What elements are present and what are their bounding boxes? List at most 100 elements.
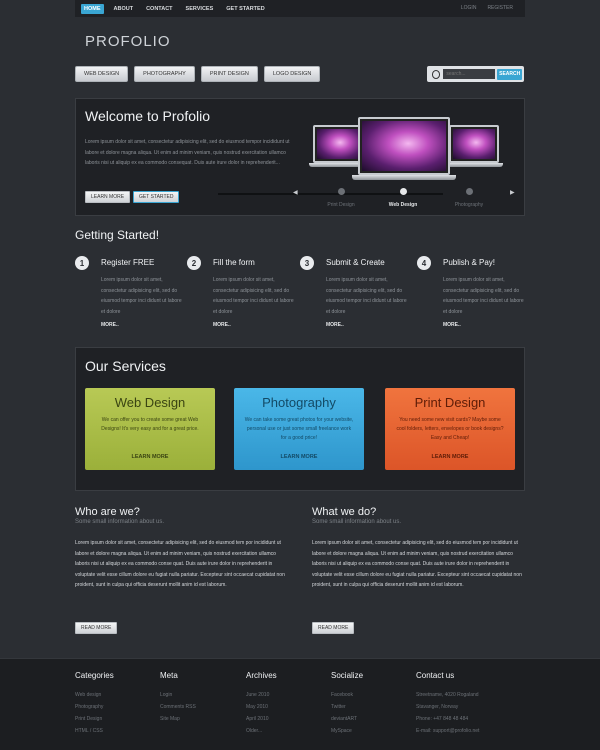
footer-socialize: Socialize Facebook Twitter deviantART My…	[331, 671, 363, 737]
footer-heading: Contact us	[416, 671, 455, 680]
footer-link[interactable]: June 2010	[246, 689, 277, 701]
footer-link[interactable]: Login	[160, 689, 196, 701]
nav-about[interactable]: ABOUT	[111, 4, 137, 14]
footer-heading: Socialize	[331, 671, 364, 680]
login-link[interactable]: LOGIN	[461, 5, 477, 11]
slider-dot[interactable]	[466, 188, 473, 195]
footer-contact-line: Streetname, 4020 Rogaland	[416, 692, 479, 698]
footer-categories: Categories Web design Photography Print …	[75, 671, 114, 737]
top-nav: HOME ABOUT CONTACT SERVICES GET STARTED	[81, 3, 268, 14]
footer-link[interactable]: May 2010	[246, 701, 277, 713]
service-learn-more-link[interactable]: LEARN MORE	[85, 454, 215, 460]
step-more-link[interactable]: MORE..	[443, 322, 461, 328]
service-card-title: Photography	[262, 395, 336, 410]
footer-link[interactable]: April 2010	[246, 713, 277, 725]
slider-image	[294, 115, 519, 185]
slider-dot-active[interactable]	[400, 188, 407, 195]
web-design-button[interactable]: WEB DESIGN	[75, 66, 129, 82]
footer: Categories Web design Photography Print …	[0, 658, 600, 750]
slide-label-print[interactable]: Print Design	[311, 202, 371, 208]
nav-contact[interactable]: CONTACT	[143, 4, 175, 14]
service-card-print-design[interactable]: Print Design You need some new visit car…	[385, 388, 515, 470]
step-title: Publish & Pay!	[443, 258, 496, 267]
service-card-web-design[interactable]: Web Design We can offer you to create so…	[85, 388, 215, 470]
get-started-button[interactable]: GET STARTED	[133, 191, 180, 203]
category-buttons: WEB DESIGN PHOTOGRAPHY PRINT DESIGN LOGO…	[75, 66, 321, 82]
laptop-left-image	[313, 125, 363, 163]
footer-link[interactable]: Older...	[246, 725, 277, 737]
slider-next-icon[interactable]: ▶	[510, 189, 515, 196]
footer-link[interactable]: deviantART	[331, 713, 363, 725]
what-subtitle: Some small information about us.	[312, 519, 402, 525]
step-title: Fill the form	[213, 258, 255, 267]
footer-link[interactable]: HTML / CSS	[75, 725, 114, 737]
register-link[interactable]: REGISTER	[487, 5, 513, 11]
footer-meta: Meta Login Comments RSS Site Map	[160, 671, 196, 725]
step-more-link[interactable]: MORE..	[326, 322, 344, 328]
footer-link[interactable]: Photography	[75, 701, 114, 713]
nav-services[interactable]: SERVICES	[183, 4, 217, 14]
what-we-do-section: What we do? Some small information about…	[312, 506, 524, 634]
slide-label-photo[interactable]: Photography	[439, 202, 499, 208]
hero-title: Welcome to Profolio	[85, 108, 211, 124]
footer-link[interactable]: Comments RSS	[160, 701, 196, 713]
step-text: Lorem ipsum dolor sit amet, consectetur …	[443, 277, 524, 315]
search-box: SEARCH	[427, 66, 524, 82]
top-bar: HOME ABOUT CONTACT SERVICES GET STARTED …	[75, 0, 525, 17]
what-title: What we do?	[312, 506, 377, 518]
service-card-photography[interactable]: Photography We can take some great photo…	[234, 388, 364, 470]
laptop-right-image	[449, 125, 499, 163]
footer-contact-line[interactable]: E-mail: support@profolio.net	[416, 725, 479, 737]
footer-contact: Contact us Streetname, 4020 Rogaland Sta…	[416, 671, 479, 737]
step-more-link[interactable]: MORE..	[213, 322, 231, 328]
step-text: Lorem ipsum dolor sit amet, consectetur …	[101, 277, 182, 315]
slider-dot[interactable]	[338, 188, 345, 195]
getting-started-title: Getting Started!	[75, 228, 160, 242]
step-more-link[interactable]: MORE..	[101, 322, 119, 328]
footer-heading: Categories	[75, 671, 114, 680]
who-read-more-button[interactable]: READ MORE	[75, 622, 118, 634]
footer-link[interactable]: Facebook	[331, 689, 363, 701]
account-links: LOGIN REGISTER	[461, 5, 513, 11]
who-are-we-section: Who are we? Some small information about…	[75, 506, 287, 634]
print-design-button[interactable]: PRINT DESIGN	[200, 66, 258, 82]
service-card-text: We can offer you to create some great We…	[101, 417, 199, 432]
slide-label-web[interactable]: Web Design	[373, 202, 433, 208]
service-card-text: You need some new visit cards? Maybe som…	[396, 417, 504, 441]
step-number: 3	[300, 256, 314, 270]
search-icon	[432, 69, 441, 79]
learn-more-button[interactable]: LEARN MORE	[85, 191, 131, 203]
footer-link[interactable]: Site Map	[160, 713, 196, 725]
service-learn-more-link[interactable]: LEARN MORE	[385, 454, 515, 460]
photography-button[interactable]: PHOTOGRAPHY	[134, 66, 195, 82]
what-text: Lorem ipsum dolor sit amet, consectetur …	[312, 540, 522, 588]
nav-get-started[interactable]: GET STARTED	[223, 4, 267, 14]
footer-contact-line: Stavanger, Norway	[416, 704, 459, 710]
service-card-title: Web Design	[114, 395, 186, 410]
step-number: 4	[417, 256, 431, 270]
laptop-center-image	[358, 117, 450, 175]
who-subtitle: Some small information about us.	[75, 519, 165, 525]
who-title: Who are we?	[75, 506, 140, 518]
step-number: 2	[187, 256, 201, 270]
footer-heading: Archives	[246, 671, 277, 680]
footer-link[interactable]: Twitter	[331, 701, 363, 713]
footer-link[interactable]: Print Design	[75, 713, 114, 725]
step-text: Lorem ipsum dolor sit amet, consectetur …	[213, 277, 294, 315]
footer-archives: Archives June 2010 May 2010 April 2010 O…	[246, 671, 277, 737]
service-learn-more-link[interactable]: LEARN MORE	[234, 454, 364, 460]
nav-home[interactable]: HOME	[81, 3, 104, 14]
slider-track	[218, 193, 443, 195]
search-button[interactable]: SEARCH	[497, 68, 522, 80]
search-input[interactable]	[443, 69, 496, 79]
services-panel: Our Services Web Design We can offer you…	[75, 347, 525, 491]
service-card-text: We can take some great photos for your w…	[244, 417, 354, 441]
logo-design-button[interactable]: LOGO DESIGN	[263, 66, 321, 82]
service-card-title: Print Design	[414, 395, 486, 410]
slider-prev-icon[interactable]: ◀	[293, 189, 298, 196]
what-read-more-button[interactable]: READ MORE	[312, 622, 355, 634]
footer-link[interactable]: MySpace	[331, 725, 363, 737]
footer-link[interactable]: Web design	[75, 689, 114, 701]
hero-text: Lorem ipsum dolor sit amet, consectetur …	[85, 139, 290, 166]
site-logo[interactable]: PROFOLIO	[85, 33, 171, 50]
